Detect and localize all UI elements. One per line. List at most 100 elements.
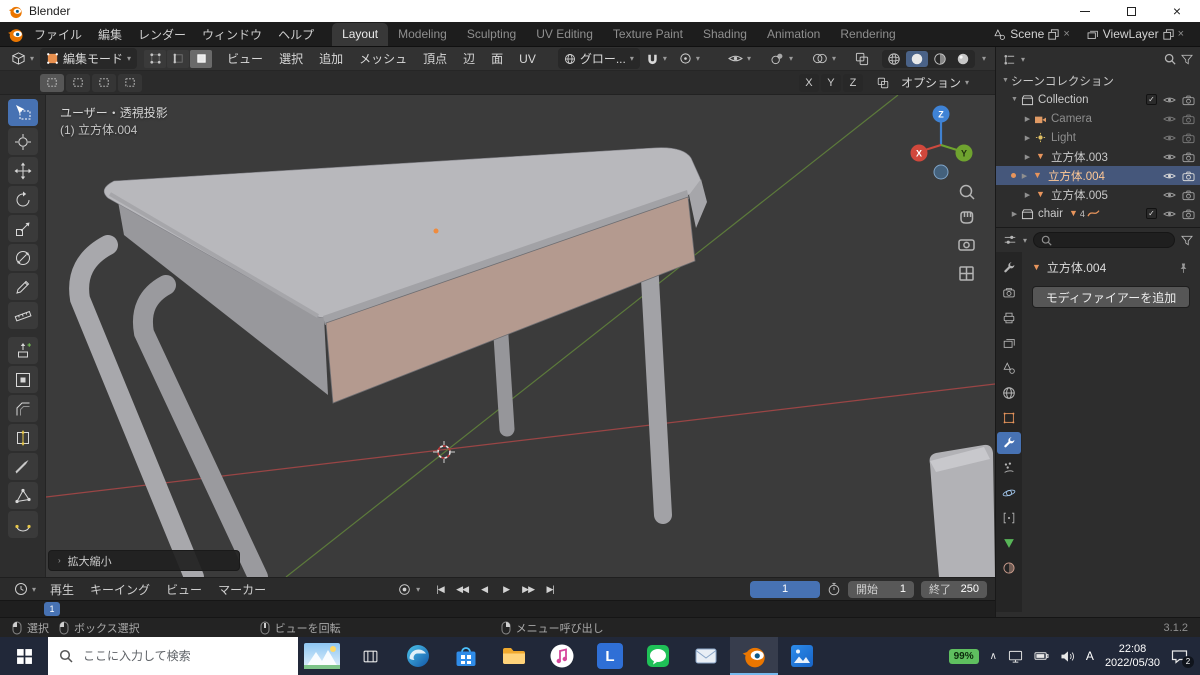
tab-render[interactable] bbox=[997, 282, 1021, 304]
tab-output[interactable] bbox=[997, 307, 1021, 329]
workspace-tab-shading[interactable]: Shading bbox=[693, 23, 757, 46]
weather-widget[interactable] bbox=[298, 637, 346, 675]
maximize-button[interactable] bbox=[1108, 0, 1154, 22]
render-visibility-icon[interactable] bbox=[1182, 94, 1195, 106]
taskbar-app-line[interactable] bbox=[634, 637, 682, 675]
close-button[interactable]: × bbox=[1154, 0, 1200, 22]
tab-object-data[interactable] bbox=[997, 532, 1021, 554]
render-visibility-icon[interactable] bbox=[1182, 151, 1195, 163]
loop-cut-tool[interactable] bbox=[7, 424, 38, 451]
taskbar-app-blender[interactable] bbox=[730, 637, 778, 675]
menu-face[interactable]: 面 bbox=[483, 50, 511, 67]
snap-toggle[interactable]: ▾ bbox=[640, 50, 673, 67]
outliner-row-collection[interactable]: ▼ Collection ✓ bbox=[996, 90, 1200, 109]
mirror-y-button[interactable]: Y bbox=[820, 73, 841, 92]
workspace-tab-layout[interactable]: Layout bbox=[332, 23, 389, 46]
menu-select[interactable]: 選択 bbox=[271, 50, 311, 67]
tab-world[interactable] bbox=[997, 382, 1021, 404]
mirror-z-button[interactable]: Z bbox=[842, 73, 863, 92]
outliner-search-icon[interactable] bbox=[1164, 53, 1176, 65]
tab-modifiers[interactable] bbox=[997, 432, 1021, 454]
outliner-row-cube-003[interactable]: ▶ ▼ 立方体.003 bbox=[996, 147, 1200, 166]
rendered-shading-button[interactable] bbox=[952, 51, 974, 67]
chair-object[interactable] bbox=[929, 444, 995, 577]
tray-expand-icon[interactable]: ∧ bbox=[990, 651, 997, 662]
visibility-dropdown[interactable]: ▾ bbox=[722, 51, 757, 66]
face-select-button[interactable] bbox=[190, 49, 213, 68]
outliner-row-light[interactable]: ▶ Light bbox=[996, 128, 1200, 147]
mirror-x-button[interactable]: X bbox=[798, 73, 819, 92]
rotate-tool[interactable] bbox=[7, 186, 38, 213]
ime-mode-indicator[interactable]: A bbox=[1086, 649, 1094, 663]
battery-tray-icon[interactable] bbox=[1034, 649, 1049, 663]
speaker-tray-icon[interactable] bbox=[1060, 650, 1075, 663]
stopwatch-icon[interactable] bbox=[827, 582, 841, 596]
play-reverse-button[interactable]: ◀ bbox=[474, 581, 494, 598]
taskbar-app-edge[interactable] bbox=[394, 637, 442, 675]
transform-tool[interactable] bbox=[7, 244, 38, 271]
action-center-button[interactable]: 2 bbox=[1171, 649, 1194, 668]
mode-dropdown[interactable]: 編集モード ▾ bbox=[40, 48, 138, 69]
select-box-tool[interactable] bbox=[7, 99, 38, 126]
select-intersect-button[interactable] bbox=[118, 73, 142, 92]
render-visibility-icon[interactable] bbox=[1182, 208, 1195, 220]
task-view-button[interactable] bbox=[346, 637, 394, 675]
next-keyframe-button[interactable]: ▶▶ bbox=[518, 581, 538, 598]
tab-particles[interactable] bbox=[997, 457, 1021, 479]
remove-viewlayer-icon[interactable]: × bbox=[1178, 28, 1184, 40]
properties-filter-icon[interactable] bbox=[1181, 235, 1193, 246]
outliner-editor-dropdown[interactable]: ▾ bbox=[1021, 55, 1025, 64]
frame-end-field[interactable]: 終了 250 bbox=[921, 580, 987, 598]
menu-render[interactable]: レンダー bbox=[130, 26, 194, 43]
taskbar-app-l[interactable]: L bbox=[586, 637, 634, 675]
scene-selector[interactable]: Scene × bbox=[987, 25, 1075, 43]
cursor-tool[interactable] bbox=[7, 128, 38, 155]
inset-faces-tool[interactable] bbox=[7, 366, 38, 393]
properties-editor-dropdown[interactable]: ▾ bbox=[1023, 236, 1027, 245]
add-modifier-button[interactable]: モディファイアーを追加 bbox=[1032, 286, 1190, 308]
viewlayer-selector[interactable]: ViewLayer × bbox=[1080, 25, 1190, 43]
tab-object[interactable] bbox=[997, 407, 1021, 429]
menu-marker[interactable]: マーカー bbox=[210, 581, 274, 598]
menu-file[interactable]: ファイル bbox=[26, 26, 90, 43]
extrude-region-tool[interactable] bbox=[7, 337, 38, 364]
menu-mesh[interactable]: メッシュ bbox=[351, 50, 415, 67]
properties-editor-icon[interactable] bbox=[1003, 233, 1017, 247]
snap-base-icon[interactable] bbox=[871, 75, 895, 91]
toggle-perspective-button[interactable] bbox=[959, 266, 974, 281]
poly-build-tool[interactable] bbox=[7, 482, 38, 509]
transform-orientation-dropdown[interactable]: グロー... ▾ bbox=[557, 48, 640, 69]
collection-checkbox[interactable]: ✓ bbox=[1146, 208, 1157, 219]
current-frame-field[interactable]: 1 bbox=[750, 580, 820, 598]
menu-view[interactable]: ビュー bbox=[219, 50, 271, 67]
select-set-button[interactable] bbox=[40, 73, 64, 92]
menu-edit[interactable]: 編集 bbox=[90, 26, 130, 43]
timeline-scrub-strip[interactable]: 1 bbox=[0, 600, 995, 617]
tab-material[interactable] bbox=[997, 557, 1021, 579]
taskbar-app-itunes[interactable] bbox=[538, 637, 586, 675]
pin-icon[interactable] bbox=[1177, 262, 1190, 274]
menu-uv[interactable]: UV bbox=[511, 52, 544, 66]
select-subtract-button[interactable] bbox=[92, 73, 116, 92]
start-button[interactable] bbox=[0, 637, 48, 675]
workspace-tab-sculpting[interactable]: Sculpting bbox=[457, 23, 526, 46]
outliner-row-camera[interactable]: ▶ Camera bbox=[996, 109, 1200, 128]
move-tool[interactable] bbox=[7, 157, 38, 184]
timeline-playhead[interactable]: 1 bbox=[44, 602, 60, 616]
taskbar-clock[interactable]: 22:08 2022/05/30 bbox=[1105, 642, 1160, 671]
taskbar-app-store[interactable] bbox=[442, 637, 490, 675]
outliner-row-cube-004[interactable]: ▶ ▼ 立方体.004 bbox=[996, 166, 1200, 185]
hide-eye-icon[interactable] bbox=[1163, 133, 1176, 143]
outliner-row-chair[interactable]: ▶ chair ▼ 4 ✓ bbox=[996, 204, 1200, 223]
new-viewlayer-icon[interactable] bbox=[1163, 29, 1174, 40]
tab-constraints[interactable] bbox=[997, 507, 1021, 529]
workspace-tab-texture-paint[interactable]: Texture Paint bbox=[603, 23, 693, 46]
taskbar-app-mail[interactable] bbox=[682, 637, 730, 675]
tab-tool[interactable] bbox=[997, 257, 1021, 279]
bevel-tool[interactable] bbox=[7, 395, 38, 422]
workspace-tab-animation[interactable]: Animation bbox=[757, 23, 830, 46]
menu-window[interactable]: ウィンドウ bbox=[194, 26, 270, 43]
workspace-tab-uv-editing[interactable]: UV Editing bbox=[526, 23, 603, 46]
display-tray-icon[interactable] bbox=[1008, 649, 1023, 664]
menu-vertex[interactable]: 頂点 bbox=[415, 50, 455, 67]
